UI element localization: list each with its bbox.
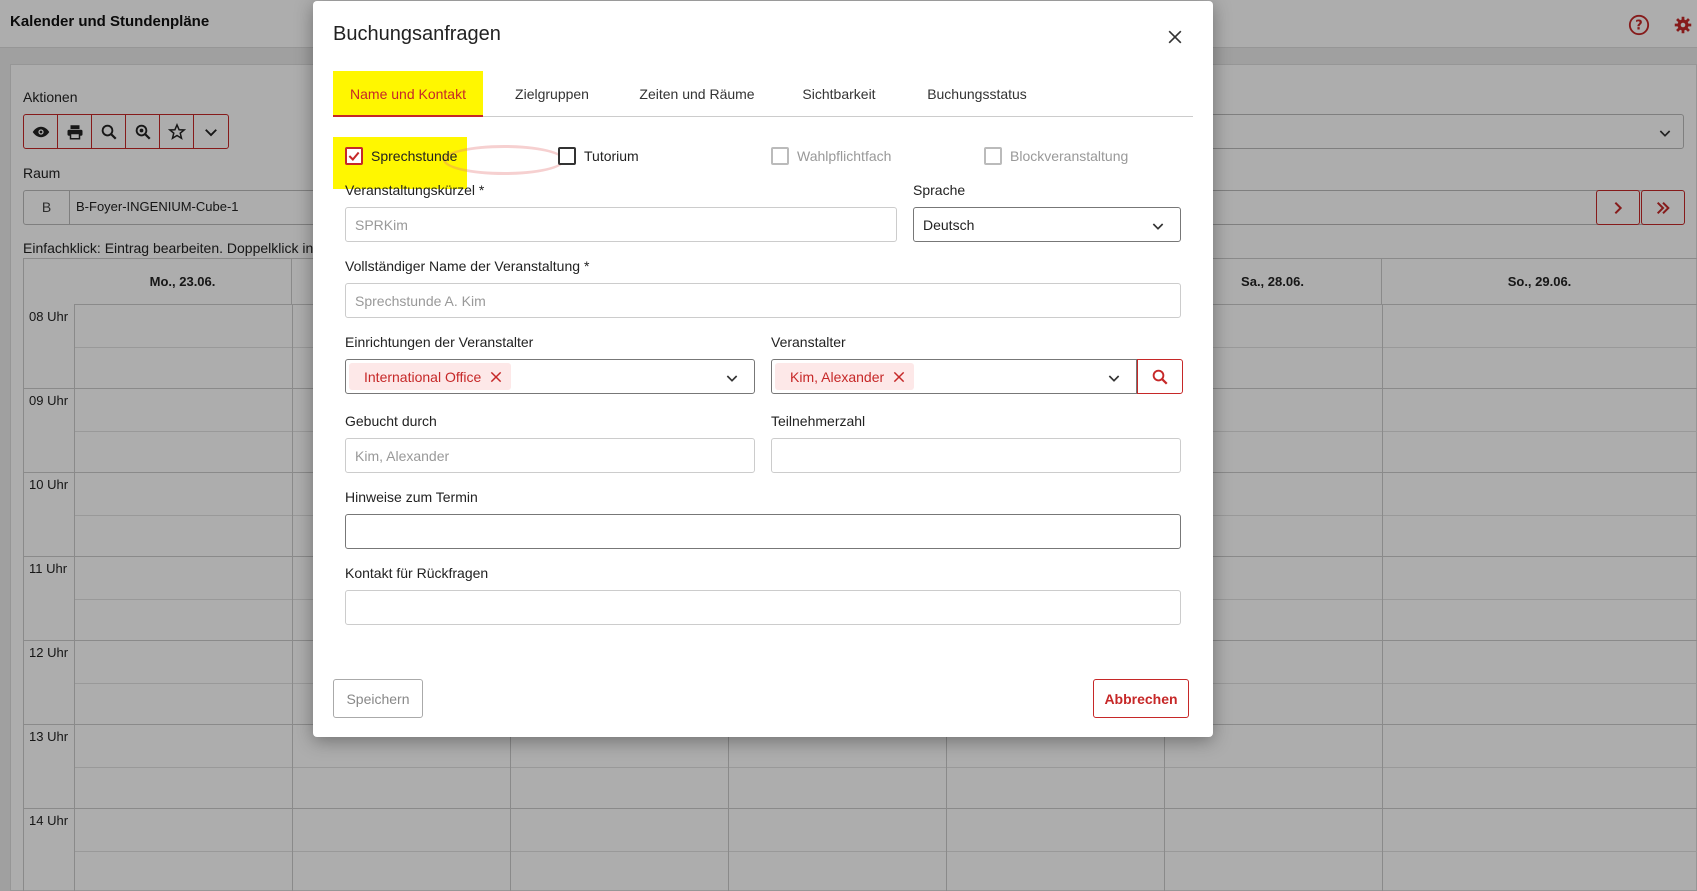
checkbox-wahlpflichtfach: Wahlpflichtfach xyxy=(771,137,891,175)
chevron-down-icon xyxy=(1108,375,1120,382)
gebucht-input[interactable]: Kim, Alexander xyxy=(345,438,755,473)
checkbox-blockveranstaltung: Blockveranstaltung xyxy=(984,137,1128,175)
kuerzel-label: Veranstaltungskürzel * xyxy=(345,182,485,198)
close-icon[interactable] xyxy=(1165,27,1185,47)
teilnehmer-input[interactable] xyxy=(771,438,1181,473)
gebucht-placeholder: Kim, Alexander xyxy=(355,448,450,464)
hinweise-input[interactable] xyxy=(345,514,1181,549)
name-label: Vollständiger Name der Veranstaltung * xyxy=(345,258,590,274)
checkbox-label: Sprechstunde xyxy=(371,148,458,164)
chevron-down-icon xyxy=(726,375,738,382)
tab-zeiten-und-raeume[interactable]: Zeiten und Räume xyxy=(619,71,775,117)
dialog-title: Buchungsanfragen xyxy=(333,23,501,45)
checkbox-box[interactable] xyxy=(558,147,576,165)
chip-international-office: International Office xyxy=(349,363,512,390)
checkbox-label: Blockveranstaltung xyxy=(1010,148,1129,164)
tab-buchungsstatus[interactable]: Buchungsstatus xyxy=(903,71,1051,117)
remove-icon[interactable] xyxy=(489,370,503,384)
highlight-marker xyxy=(443,145,565,175)
sprache-value: Deutsch xyxy=(923,217,975,233)
checkbox-sprechstunde[interactable]: Sprechstunde xyxy=(345,137,457,175)
save-button[interactable]: Speichern xyxy=(333,679,423,718)
checkbox-box xyxy=(771,147,789,165)
veranstalter-select[interactable]: Kim, Alexander xyxy=(771,359,1137,394)
hinweise-label: Hinweise zum Termin xyxy=(345,489,478,505)
chip-label: Kim, Alexander xyxy=(790,368,885,385)
kontakt-input[interactable] xyxy=(345,590,1181,625)
teilnehmer-label: Teilnehmerzahl xyxy=(771,413,866,429)
tab-name-und-kontakt[interactable]: Name und Kontakt xyxy=(333,71,483,117)
kuerzel-placeholder: SPRKim xyxy=(355,217,408,233)
sprache-label: Sprache xyxy=(913,182,966,198)
cancel-button[interactable]: Abbrechen xyxy=(1093,679,1189,718)
chip-label: International Office xyxy=(364,368,482,385)
tab-zielgruppen[interactable]: Zielgruppen xyxy=(491,71,613,117)
checkbox-box[interactable] xyxy=(345,147,363,165)
search-icon xyxy=(1152,369,1168,385)
remove-icon[interactable] xyxy=(892,370,906,384)
checkbox-label: Wahlpflichtfach xyxy=(797,148,892,164)
kontakt-label: Kontakt für Rückfragen xyxy=(345,565,489,581)
sprache-select[interactable]: Deutsch xyxy=(913,207,1181,242)
veranstalter-label: Veranstalter xyxy=(771,334,846,350)
tab-sichtbarkeit[interactable]: Sichtbarkeit xyxy=(781,71,897,117)
kuerzel-input[interactable]: SPRKim xyxy=(345,207,897,242)
dialog-tabs: Name und Kontakt Zielgruppen Zeiten und … xyxy=(333,71,1193,117)
checkbox-tutorium[interactable]: Tutorium xyxy=(558,137,639,175)
booking-request-dialog: Buchungsanfragen Name und Kontakt Zielgr… xyxy=(313,1,1213,737)
check-icon xyxy=(348,151,360,162)
chevron-down-icon xyxy=(1152,223,1164,230)
einrichtungen-select[interactable]: International Office xyxy=(345,359,755,394)
checkbox-box xyxy=(984,147,1002,165)
checkbox-label: Tutorium xyxy=(584,148,639,164)
name-placeholder: Sprechstunde A. Kim xyxy=(355,293,486,309)
name-input[interactable]: Sprechstunde A. Kim xyxy=(345,283,1181,318)
einrichtungen-label: Einrichtungen der Veranstalter xyxy=(345,334,534,350)
veranstalter-search-button[interactable] xyxy=(1137,359,1183,394)
chip-kim-alexander: Kim, Alexander xyxy=(775,363,915,390)
gebucht-label: Gebucht durch xyxy=(345,413,437,429)
